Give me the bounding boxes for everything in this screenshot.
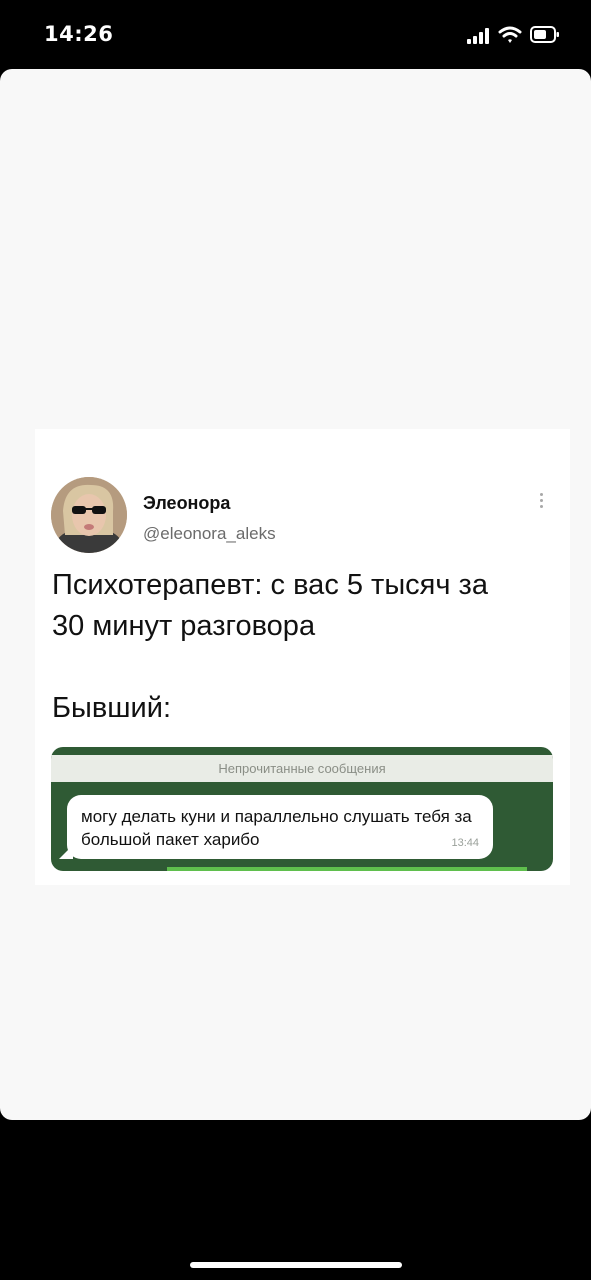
home-indicator[interactable] bbox=[190, 1262, 402, 1268]
message-bubble: могу делать куни и параллельно слушать т… bbox=[67, 795, 493, 859]
image-viewer-sheet: Элеонора @eleonora_aleks Психотерапевт: … bbox=[0, 69, 591, 1120]
tweet-text: Психотерапевт: с вас 5 тысяч за 30 минут… bbox=[52, 565, 552, 729]
display-name[interactable]: Элеонора bbox=[143, 493, 230, 514]
tweet-text-line: Бывший: bbox=[52, 692, 172, 724]
unread-messages-header: Непрочитанные сообщения bbox=[51, 755, 553, 782]
user-handle[interactable]: @eleonora_aleks bbox=[143, 524, 276, 544]
tweet-card: Элеонора @eleonora_aleks Психотерапевт: … bbox=[35, 429, 570, 885]
tweet-text-line: Психотерапевт: с вас 5 тысяч за bbox=[52, 569, 488, 601]
signal-icon bbox=[467, 28, 489, 44]
message-time: 13:44 bbox=[451, 837, 479, 849]
more-options-icon[interactable] bbox=[535, 491, 547, 513]
avatar[interactable] bbox=[51, 477, 127, 553]
message-text: могу делать куни и параллельно слушать т… bbox=[81, 807, 472, 849]
battery-icon bbox=[530, 26, 559, 43]
tweet-text-line: 30 минут разговора bbox=[52, 610, 316, 642]
tweet-text-line bbox=[52, 647, 552, 688]
wifi-icon bbox=[498, 26, 522, 43]
outgoing-bubble-edge bbox=[167, 867, 527, 871]
chat-screenshot: Непрочитанные сообщения могу делать куни… bbox=[51, 747, 553, 871]
status-bar: 14:26 bbox=[0, 0, 591, 68]
status-time: 14:26 bbox=[44, 22, 114, 46]
